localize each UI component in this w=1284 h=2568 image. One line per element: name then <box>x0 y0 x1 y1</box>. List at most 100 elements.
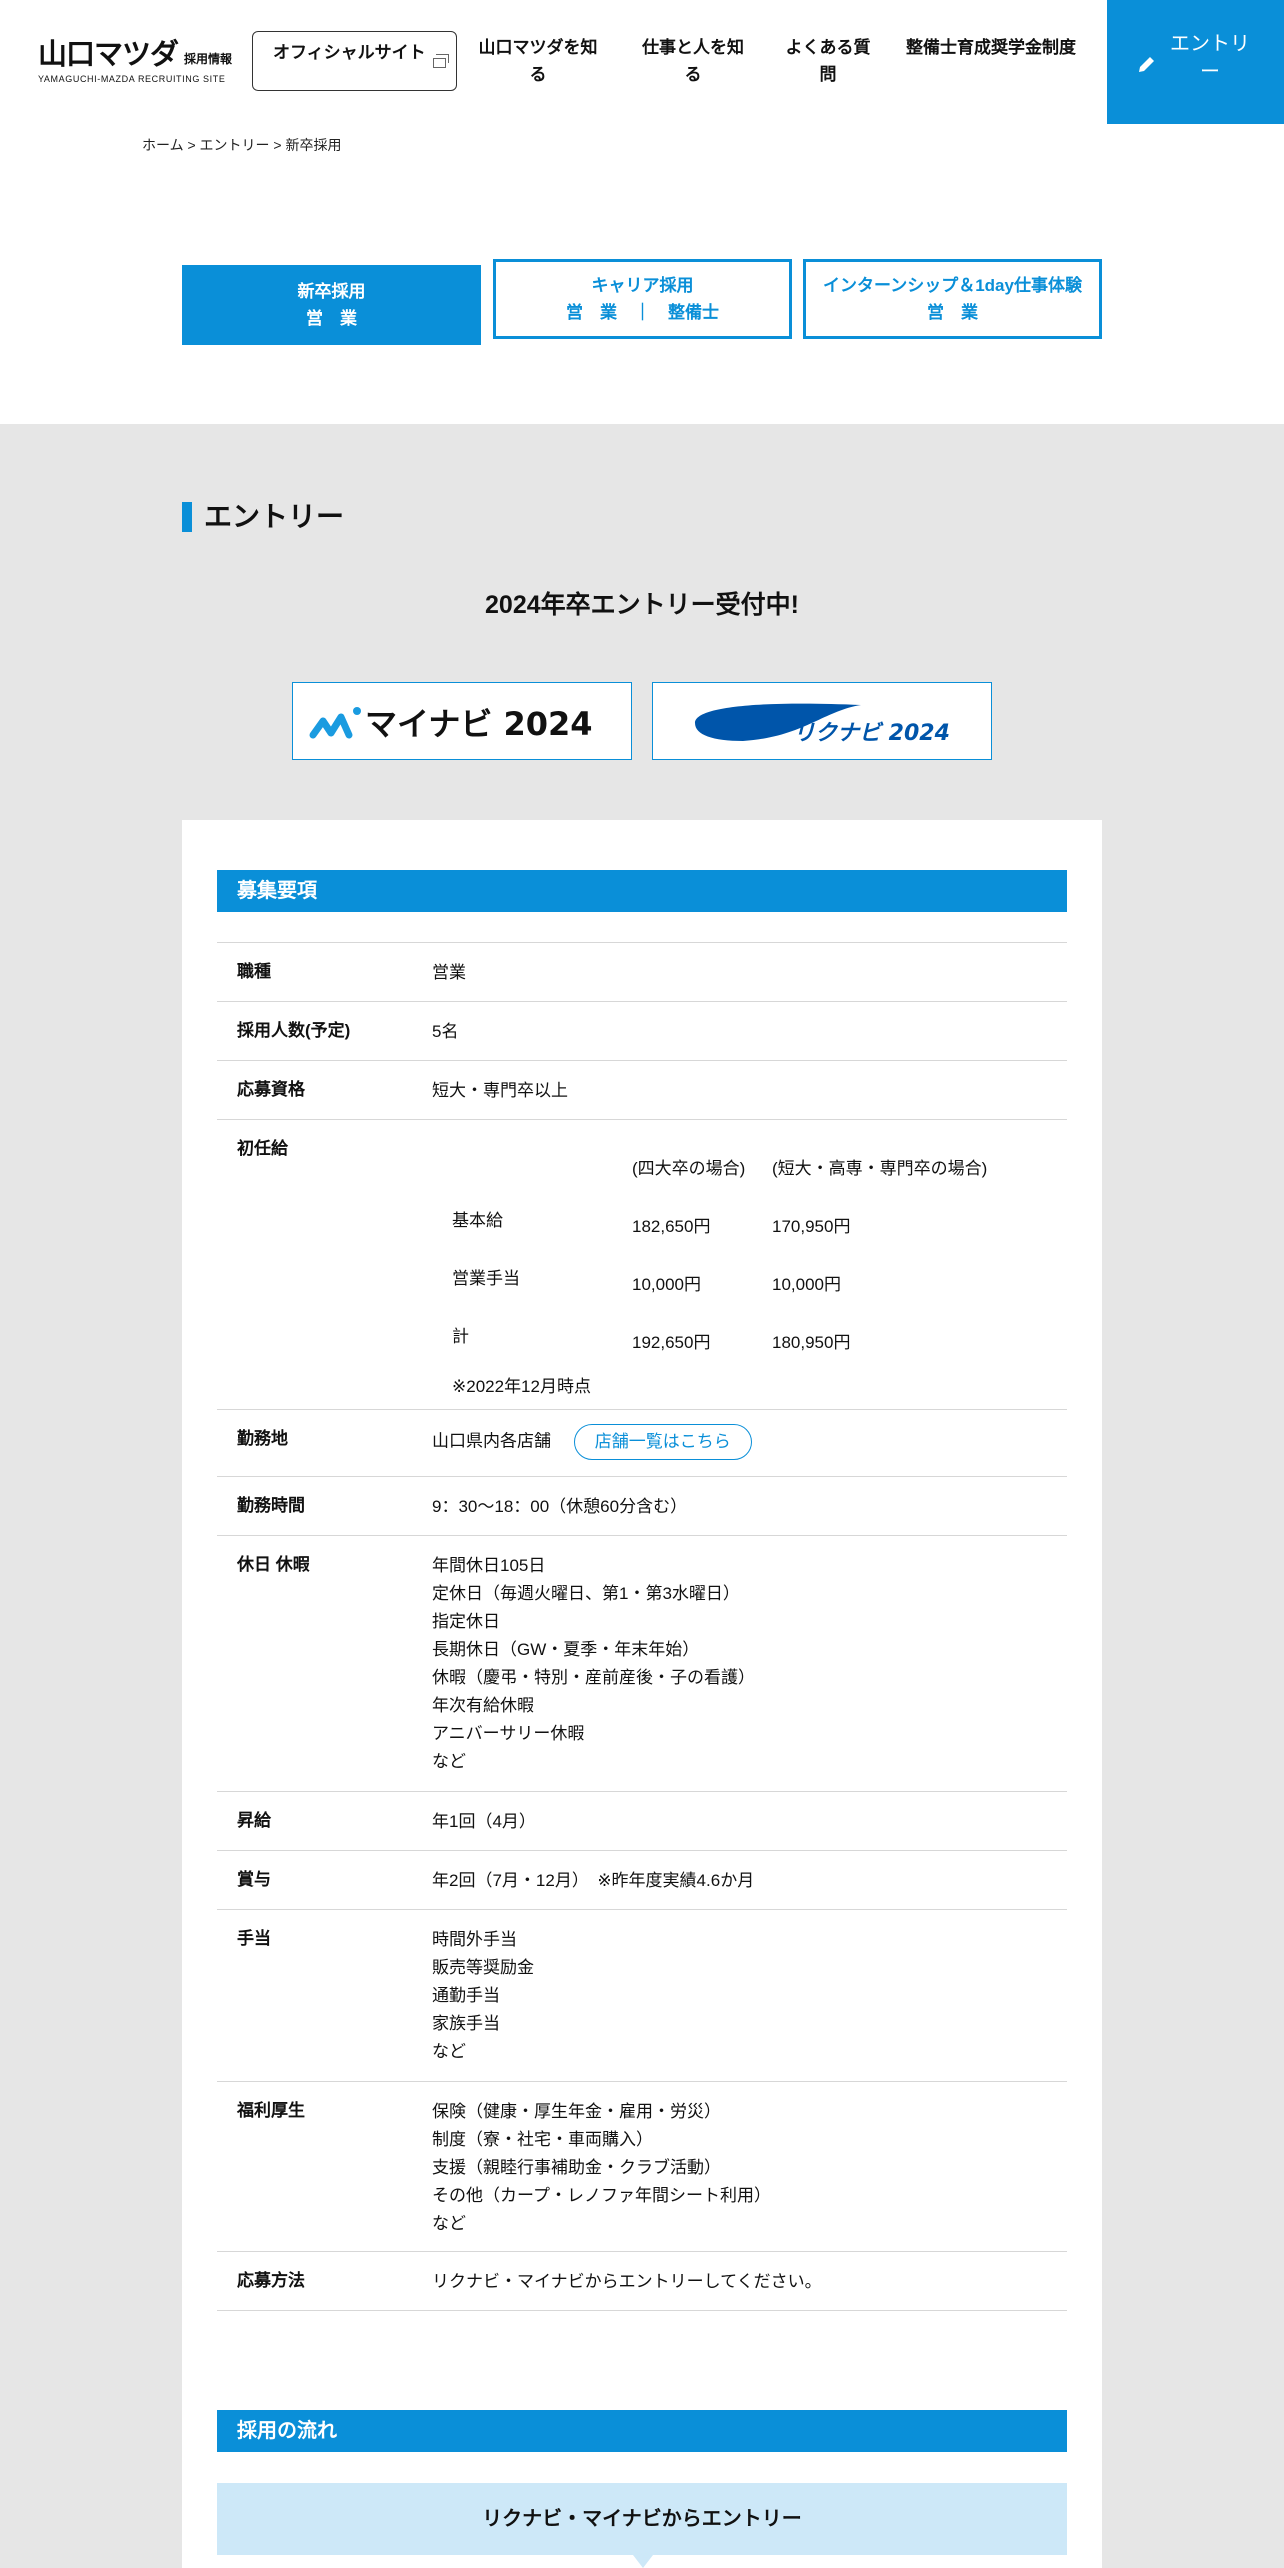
tab-new-graduate-sales[interactable]: 新卒採用 営 業 <box>182 265 481 345</box>
salary-value-college: 10,000円 <box>772 1275 841 1294</box>
tab-internship[interactable]: インターンシップ＆1day仕事体験 営 業 <box>803 259 1102 339</box>
allowance-list: 時間外手当 販売等奨励金 通勤手当 家族手当 など <box>432 1926 534 2066</box>
list-item: 年間休日105日 <box>432 1556 546 1575</box>
list-item: アニバーサリー休暇 <box>432 1724 585 1743</box>
salary-item-name: 基本給 <box>452 1211 503 1230</box>
list-item: など <box>432 1752 466 1771</box>
section-title: エントリー <box>182 502 344 532</box>
row-value: 短大・専門卒以上 <box>432 1081 568 1100</box>
row-label: 応募資格 <box>237 1080 305 1099</box>
store-list-button[interactable]: 店舗一覧はこちら <box>573 1424 752 1460</box>
table-bottom-border <box>217 2310 1067 2311</box>
list-item: 休暇（慶弔・特別・産前産後・子の看護） <box>432 1668 755 1687</box>
header-entry-button[interactable]: エントリー <box>1107 0 1284 124</box>
list-item: 制度（寮・社宅・車両購入） <box>432 2130 653 2149</box>
logo-sub-text: 採用情報 <box>184 52 233 66</box>
mynavi-banner-text: マイナビ 2024 <box>365 705 593 743</box>
salary-value-college: 180,950円 <box>772 1333 851 1352</box>
logo-english-text: YAMAGUCHI-MAZDA RECRUITING SITE <box>38 74 226 84</box>
table-row: 手当 時間外手当 販売等奨励金 通勤手当 家族手当 など <box>217 1909 1067 2081</box>
row-value: 年2回（7月・12月） ※昨年度実績4.6か月 <box>432 1871 755 1890</box>
row-label: 初任給 <box>237 1139 288 1158</box>
official-site-link[interactable]: オフィシャルサイト <box>252 31 457 91</box>
pencil-icon <box>1139 57 1154 72</box>
welfare-list: 保険（健康・厚生年金・雇用・労災） 制度（寮・社宅・車両購入） 支援（親睦行事補… <box>432 2098 771 2238</box>
row-value: 年1回（4月） <box>432 1812 536 1831</box>
salary-header-university: (四大卒の場合) <box>632 1159 746 1178</box>
row-label: 採用人数(予定) <box>237 1021 351 1040</box>
table-row: 勤務地 山口県内各店舗 店舗一覧はこちら <box>217 1409 1067 1476</box>
list-item: その他（カープ・レノファ年間シート利用） <box>432 2186 771 2205</box>
list-item: 定休日（毎週火曜日、第1・第3水曜日） <box>432 1584 740 1603</box>
flow-step-entry: リクナビ・マイナビからエントリー <box>217 2483 1067 2555</box>
tab-line2: 営 業 ｜ 整備士 <box>566 303 719 322</box>
mynavi-logo: マイナビ 2024 <box>309 705 593 743</box>
row-value: 山口県内各店舗 <box>432 1431 551 1451</box>
entry-open-notice: 2024年卒エントリー受付中! <box>485 591 799 619</box>
table-row: 福利厚生 保険（健康・厚生年金・雇用・労災） 制度（寮・社宅・車両購入） 支援（… <box>217 2081 1067 2251</box>
rikunavi-logo: リクナビ 2024 <box>695 703 950 746</box>
list-item: 長期休日（GW・夏季・年末年始） <box>432 1640 700 1659</box>
recruitment-card: 募集要項 職種 営業 採用人数(予定) 5名 応募資格 短大・専門卒以上 初任給… <box>182 820 1102 2568</box>
nav-faq[interactable]: よくある質問 <box>780 34 876 88</box>
site-header: 山口マツダ 採用情報 YAMAGUCHI-MAZDA RECRUITING SI… <box>0 0 1284 124</box>
mynavi-banner[interactable]: マイナビ 2024 <box>292 682 632 760</box>
row-label: 応募方法 <box>237 2271 305 2290</box>
tab-line1: 新卒採用 <box>297 282 366 301</box>
tab-line1: インターンシップ＆1day仕事体験 <box>823 276 1082 295</box>
tab-line2: 営 業 <box>306 309 357 328</box>
salary-value-college: 170,950円 <box>772 1217 851 1236</box>
table-row: 賞与 年2回（7月・12月） ※昨年度実績4.6か月 <box>217 1850 1067 1909</box>
site-logo[interactable]: 山口マツダ 採用情報 YAMAGUCHI-MAZDA RECRUITING SI… <box>38 38 234 88</box>
table-row: 応募資格 短大・専門卒以上 <box>217 1060 1067 1119</box>
table-row: 勤務時間 9：30～18：00（休憩60分含む） <box>217 1476 1067 1535</box>
row-label: 職種 <box>237 962 271 981</box>
list-item: など <box>432 2214 466 2233</box>
tab-career[interactable]: キャリア採用 営 業 ｜ 整備士 <box>493 259 792 339</box>
logo-main-text: 山口マツダ <box>38 37 179 71</box>
list-item: 時間外手当 <box>432 1930 517 1949</box>
table-row: 休日 休暇 年間休日105日 定休日（毎週火曜日、第1・第3水曜日） 指定休日 … <box>217 1535 1067 1791</box>
header-entry-label: エントリー <box>1170 33 1250 83</box>
list-item: 支援（親睦行事補助金・クラブ活動） <box>432 2158 721 2177</box>
list-item: 年次有給休暇 <box>432 1696 534 1715</box>
table-row-salary: 初任給 (四大卒の場合) (短大・高専・専門卒の場合) 基本給 182,650円… <box>217 1119 1067 1409</box>
tab-line2: 営 業 <box>927 303 978 322</box>
external-link-icon <box>433 54 449 68</box>
salary-item-name: 営業手当 <box>452 1269 520 1288</box>
breadcrumb: ホーム > エントリー > 新卒採用 <box>142 137 342 153</box>
table-row: 昇給 年1回（4月） <box>217 1791 1067 1850</box>
row-label: 昇給 <box>237 1811 271 1830</box>
row-label: 福利厚生 <box>237 2101 305 2120</box>
list-item: 通勤手当 <box>432 1986 500 2005</box>
table-row: 応募方法 リクナビ・マイナビからエントリーしてください。 <box>217 2251 1067 2310</box>
official-site-label: オフィシャルサイト <box>273 43 426 62</box>
tab-line1: キャリア採用 <box>591 276 694 295</box>
salary-item-name: 計 <box>452 1327 469 1346</box>
row-label: 勤務時間 <box>237 1496 305 1515</box>
flow-down-arrow-icon <box>633 2555 653 2568</box>
holiday-list: 年間休日105日 定休日（毎週火曜日、第1・第3水曜日） 指定休日 長期休日（G… <box>432 1552 755 1776</box>
rikunavi-banner[interactable]: リクナビ 2024 <box>652 682 992 760</box>
list-item: など <box>432 2042 466 2061</box>
nav-scholarship[interactable]: 整備士育成奨学金制度 <box>906 34 1076 61</box>
list-item: 家族手当 <box>432 2014 500 2033</box>
list-item: 指定休日 <box>432 1612 500 1631</box>
rikunavi-banner-text: リクナビ 2024 <box>793 721 950 746</box>
flow-heading: 採用の流れ <box>217 2410 1067 2452</box>
row-label: 休日 休暇 <box>237 1555 310 1574</box>
list-item: 販売等奨励金 <box>432 1958 534 1977</box>
row-label: 勤務地 <box>237 1429 288 1448</box>
row-value: 営業 <box>432 963 466 982</box>
salary-value-university: 192,650円 <box>632 1333 711 1352</box>
table-row: 採用人数(予定) 5名 <box>217 1001 1067 1060</box>
row-value: リクナビ・マイナビからエントリーしてください。 <box>432 2272 822 2291</box>
salary-note: ※2022年12月時点 <box>452 1377 591 1396</box>
nav-about-company[interactable]: 山口マツダを知る <box>474 34 602 88</box>
row-label: 手当 <box>237 1929 271 1948</box>
salary-value-university: 10,000円 <box>632 1275 701 1294</box>
salary-value-university: 182,650円 <box>632 1217 711 1236</box>
row-label: 賞与 <box>237 1870 271 1889</box>
nav-work-and-people[interactable]: 仕事と人を知る <box>634 34 752 88</box>
table-row: 職種 営業 <box>217 942 1067 1001</box>
